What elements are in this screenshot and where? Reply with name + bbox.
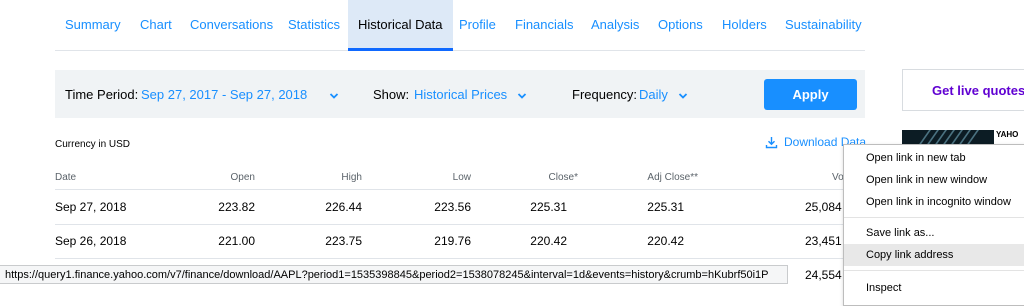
menu-item-open-new-window[interactable]: Open link in new window [844, 169, 1024, 191]
cell-date: Sep 27, 2018 [55, 200, 127, 214]
currency-note: Currency in USD [55, 139, 131, 150]
show-dropdown[interactable]: Historical Prices [414, 87, 527, 102]
quote-nav-tabs: Summary Chart Conversations Statistics H… [55, 0, 865, 51]
historical-filter-bar: Time Period: Sep 27, 2017 - Sep 27, 2018… [55, 70, 865, 118]
tab-options[interactable]: Options [658, 0, 703, 50]
header-divider [55, 189, 865, 190]
link-status-bar: https://query1.finance.yahoo.com/v7/fina… [0, 265, 788, 284]
cell-low: 223.56 [434, 200, 471, 214]
download-icon [765, 137, 778, 149]
cell-volume: 24,554 [805, 268, 842, 282]
show-label: Show: [373, 87, 410, 102]
tab-statistics[interactable]: Statistics [288, 0, 340, 50]
cell-high: 223.75 [325, 234, 362, 248]
frequency-value: Daily [639, 87, 668, 102]
tab-conversations[interactable]: Conversations [190, 0, 273, 50]
menu-item-inspect[interactable]: Inspect [844, 277, 1024, 299]
col-header-volume: Vo [832, 172, 844, 183]
cell-low: 219.76 [434, 234, 471, 248]
live-quotes-promo[interactable]: Get live quotes a [902, 69, 1024, 111]
tab-analysis[interactable]: Analysis [591, 0, 639, 50]
frequency-dropdown[interactable]: Daily [639, 87, 688, 102]
promo-text: Get live quotes a [932, 83, 1024, 98]
menu-item-copy-link-address[interactable]: Copy link address [844, 244, 1024, 266]
menu-separator [844, 217, 1024, 218]
col-header-low: Low [452, 172, 471, 183]
time-period-dropdown[interactable]: Sep 27, 2017 - Sep 27, 2018 [141, 87, 339, 102]
col-header-high: High [341, 172, 362, 183]
cell-adj-close: 220.42 [647, 234, 684, 248]
time-period-value: Sep 27, 2017 - Sep 27, 2018 [141, 87, 308, 102]
cell-volume: 23,451 [805, 234, 842, 248]
tab-chart[interactable]: Chart [140, 0, 172, 50]
ad-logo-text: YAHO [996, 130, 1019, 139]
chevron-down-icon [329, 92, 339, 99]
cell-high: 226.44 [325, 200, 362, 214]
tab-sustainability[interactable]: Sustainability [785, 0, 862, 50]
cell-date: Sep 26, 2018 [55, 234, 127, 248]
col-header-date: Date [55, 172, 77, 183]
menu-item-open-new-tab[interactable]: Open link in new tab [844, 147, 1024, 169]
tab-historical-data[interactable]: Historical Data [348, 0, 453, 51]
cell-close: 220.42 [530, 234, 567, 248]
chevron-down-icon [517, 92, 526, 99]
chevron-down-icon [678, 92, 687, 99]
cell-open: 223.82 [218, 200, 255, 214]
cell-adj-close: 225.31 [647, 200, 684, 214]
apply-button[interactable]: Apply [764, 79, 857, 110]
cell-volume: 25,084 [805, 200, 842, 214]
tab-profile[interactable]: Profile [459, 0, 496, 50]
context-menu: Open link in new tab Open link in new wi… [843, 144, 1024, 306]
frequency-label: Frequency: [572, 87, 638, 102]
col-header-open: Open [230, 172, 255, 183]
menu-item-open-incognito[interactable]: Open link in incognito window [844, 191, 1024, 213]
cell-open: 221.00 [218, 234, 255, 248]
tab-holders[interactable]: Holders [722, 0, 767, 50]
row-divider [55, 224, 865, 225]
time-period-label: Time Period: [65, 87, 139, 102]
show-value: Historical Prices [414, 87, 508, 102]
tab-financials[interactable]: Financials [515, 0, 574, 50]
menu-item-save-link-as[interactable]: Save link as... [844, 222, 1024, 244]
tab-summary[interactable]: Summary [65, 0, 121, 50]
menu-separator [844, 270, 1024, 271]
col-header-adj-close: Adj Close** [647, 172, 698, 183]
cell-close: 225.31 [530, 200, 567, 214]
row-divider [55, 258, 865, 259]
col-header-close: Close* [548, 172, 578, 183]
